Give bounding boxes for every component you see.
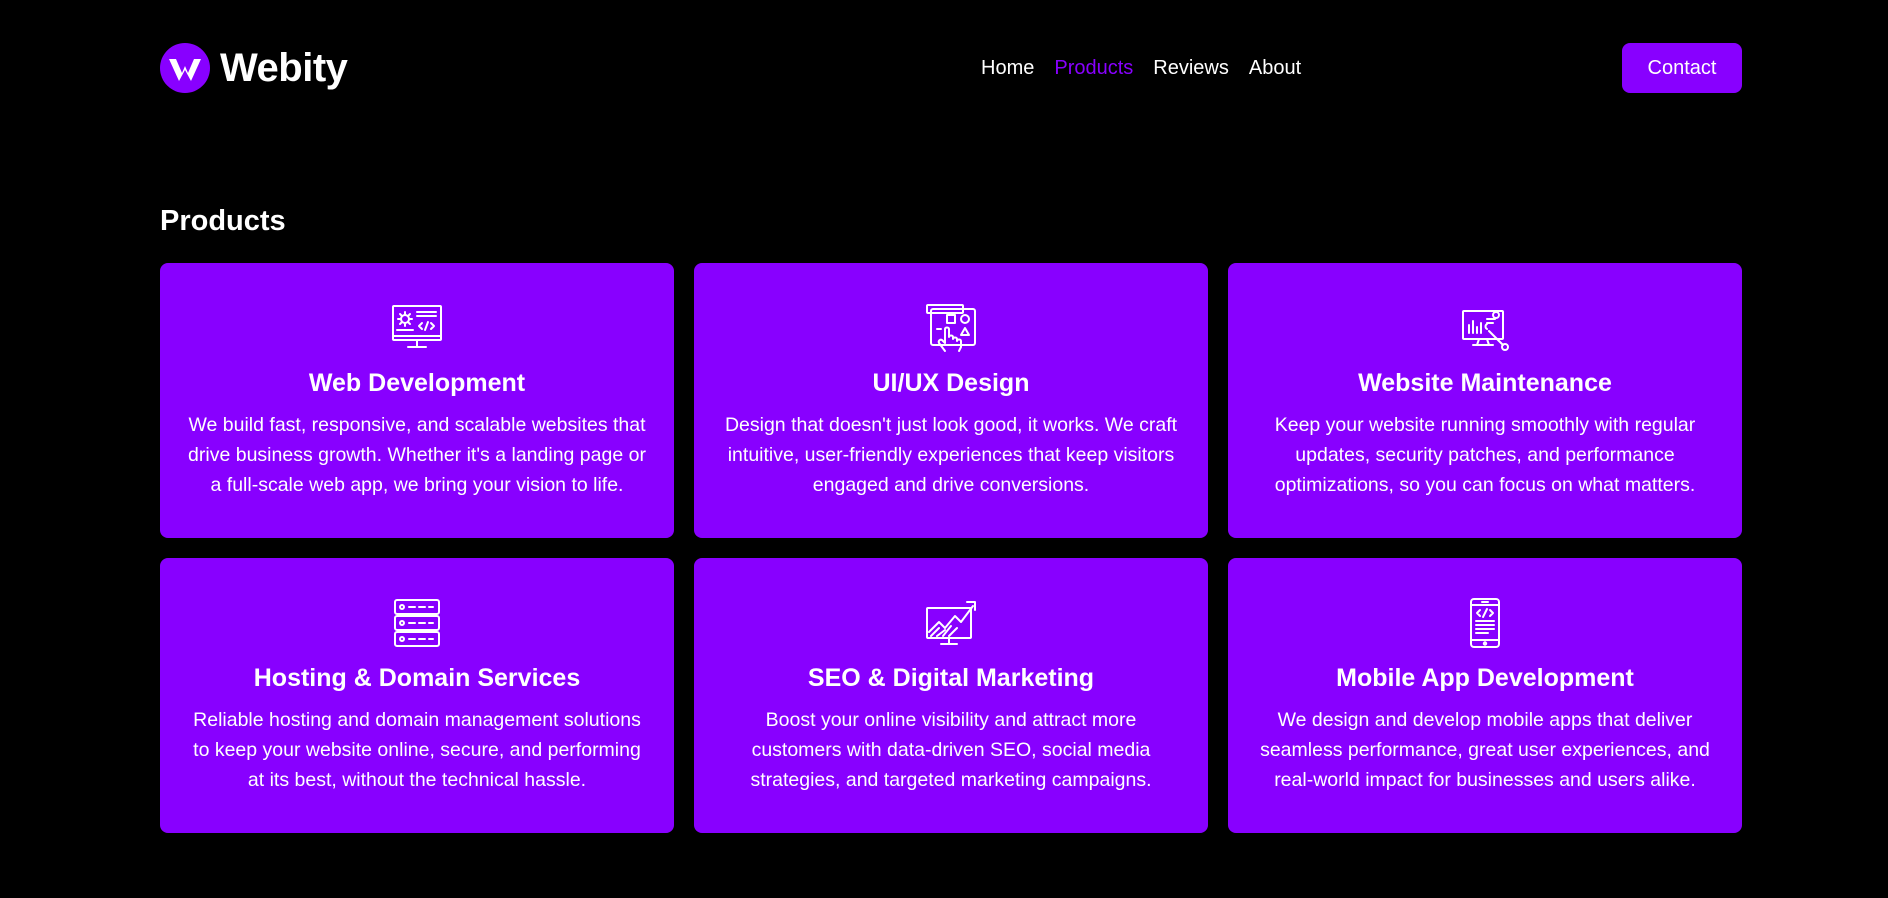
product-card-seo-marketing[interactable]: SEO & Digital Marketing Boost your onlin… (694, 558, 1208, 833)
site-header: Webity Home Products Reviews About Conta… (160, 43, 1742, 93)
card-description: We design and develop mobile apps that d… (1260, 709, 1710, 791)
product-card-website-maintenance[interactable]: Website Maintenance Keep your website ru… (1228, 263, 1742, 538)
monitor-wrench-icon (1248, 303, 1722, 353)
card-title: Mobile App Development (1336, 664, 1634, 692)
contact-button[interactable]: Contact (1622, 43, 1742, 93)
brand-name: Webity (220, 45, 348, 90)
product-card-ui-ux-design[interactable]: UI/UX Design Design that doesn't just lo… (694, 263, 1208, 538)
webity-logo-icon (160, 43, 210, 93)
card-title: Website Maintenance (1358, 369, 1612, 397)
card-title: Web Development (308, 369, 526, 397)
card-description: Design that doesn't just look good, it w… (724, 414, 1178, 496)
growth-chart-icon (714, 598, 1188, 648)
nav-link-products[interactable]: Products (1054, 57, 1133, 80)
monitor-code-icon (180, 303, 654, 353)
card-description: Boost your online visibility and attract… (750, 709, 1152, 791)
card-title: Hosting & Domain Services (253, 664, 581, 692)
touch-design-icon (714, 303, 1188, 353)
brand-logo-link[interactable]: Webity (160, 43, 348, 93)
nav-link-reviews[interactable]: Reviews (1153, 57, 1229, 80)
card-title: UI/UX Design (872, 369, 1030, 397)
product-card-mobile-app[interactable]: Mobile App Development We design and dev… (1228, 558, 1742, 833)
main-nav: Home Products Reviews About (981, 43, 1301, 93)
card-description: Reliable hosting and domain management s… (193, 709, 641, 791)
card-description: We build fast, responsive, and scalable … (188, 414, 646, 496)
card-description: Keep your website running smoothly with … (1274, 414, 1696, 496)
nav-link-about[interactable]: About (1249, 57, 1301, 80)
section-title: Products (160, 205, 286, 237)
products-grid: Web Development We build fast, responsiv… (160, 263, 1742, 833)
mobile-code-icon (1248, 598, 1722, 648)
product-card-web-development[interactable]: Web Development We build fast, responsiv… (160, 263, 674, 538)
product-card-hosting-domain[interactable]: Hosting & Domain Services Reliable hosti… (160, 558, 674, 833)
card-title: SEO & Digital Marketing (807, 664, 1095, 692)
nav-link-home[interactable]: Home (981, 57, 1034, 80)
server-stack-icon (180, 598, 654, 648)
